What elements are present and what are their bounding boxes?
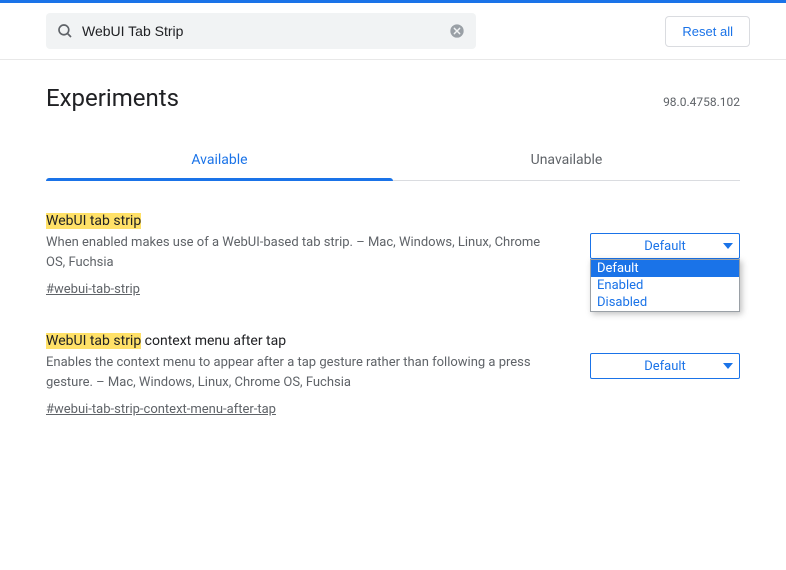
dropdown-option[interactable]: Enabled <box>591 277 739 294</box>
search-input[interactable] <box>82 23 448 39</box>
tabs: Available Unavailable <box>46 140 740 181</box>
highlight: WebUI tab strip <box>46 333 141 349</box>
experiment-row: WebUI tab strip context menu after tap En… <box>46 333 740 417</box>
page-title: Experiments <box>46 84 179 112</box>
dropdown-option[interactable]: Disabled <box>591 294 739 311</box>
experiment-title-rest: context menu after tap <box>141 333 286 349</box>
search-icon <box>56 22 74 40</box>
reset-all-button[interactable]: Reset all <box>665 16 750 47</box>
clear-icon[interactable] <box>448 22 466 40</box>
select-value: Default <box>644 239 686 254</box>
experiment-select-wrap: Default <box>590 333 740 417</box>
header-bar: Reset all <box>0 3 786 60</box>
experiment-title: WebUI tab strip context menu after tap <box>46 333 560 349</box>
title-row: Experiments 98.0.4758.102 <box>46 84 740 112</box>
dropdown-option[interactable]: Default <box>591 260 739 277</box>
chevron-down-icon <box>723 363 733 369</box>
experiment-body: WebUI tab strip context menu after tap En… <box>46 333 560 417</box>
select-value: Default <box>644 359 686 374</box>
experiment-body: WebUI tab strip When enabled makes use of… <box>46 213 560 297</box>
tab-available[interactable]: Available <box>46 140 393 180</box>
main-content: Experiments 98.0.4758.102 Available Unav… <box>0 60 786 417</box>
dropdown-menu: DefaultEnabledDisabled <box>590 259 740 312</box>
experiment-hash-link[interactable]: #webui-tab-strip <box>46 282 140 297</box>
tab-unavailable[interactable]: Unavailable <box>393 140 740 180</box>
experiment-title: WebUI tab strip <box>46 213 560 229</box>
version-label: 98.0.4758.102 <box>663 95 740 109</box>
experiment-description: Enables the context menu to appear after… <box>46 353 560 392</box>
experiment-select-wrap: DefaultDefaultEnabledDisabled <box>590 213 740 297</box>
experiment-hash-link[interactable]: #webui-tab-strip-context-menu-after-tap <box>46 402 276 417</box>
highlight: WebUI tab strip <box>46 213 141 229</box>
experiment-row: WebUI tab strip When enabled makes use of… <box>46 213 740 297</box>
experiment-description: When enabled makes use of a WebUI-based … <box>46 233 560 272</box>
search-box[interactable] <box>46 13 476 49</box>
experiment-select[interactable]: Default <box>590 233 740 259</box>
experiment-select[interactable]: Default <box>590 353 740 379</box>
chevron-down-icon <box>723 243 733 249</box>
